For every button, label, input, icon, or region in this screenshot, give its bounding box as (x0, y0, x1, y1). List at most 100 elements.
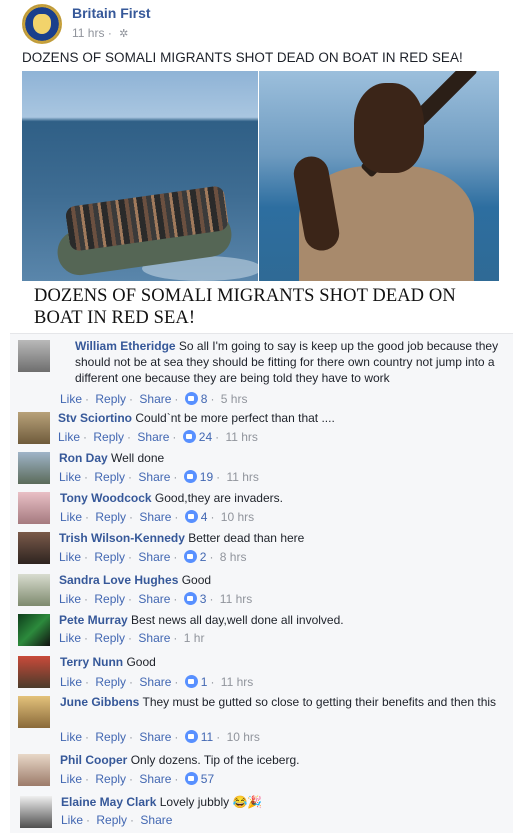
meta-separator: · (107, 26, 112, 40)
share-link[interactable]: Share (139, 675, 171, 689)
comment-body: Phil Cooper Only dozens. Tip of the iceb… (60, 752, 500, 768)
like-link[interactable]: Like (61, 813, 83, 827)
sep: · (174, 730, 179, 744)
share-link[interactable]: Share (137, 430, 169, 444)
comment-time[interactable]: 11 hrs (225, 430, 257, 444)
comment-author[interactable]: Terry Nunn (60, 655, 123, 669)
like-link[interactable]: Like (59, 470, 81, 484)
like-link[interactable]: Like (60, 730, 82, 744)
page-avatar[interactable] (22, 4, 62, 44)
like-badge-icon[interactable] (184, 675, 198, 688)
avatar[interactable] (18, 614, 50, 646)
reply-link[interactable]: Reply (94, 631, 125, 645)
share-link[interactable]: Share (138, 592, 170, 606)
like-badge-icon[interactable] (183, 470, 197, 483)
comment-author[interactable]: William Etheridge (75, 339, 176, 353)
like-link[interactable]: Like (60, 772, 82, 786)
share-link[interactable]: Share (140, 813, 172, 827)
comment-time[interactable]: 8 hrs (220, 550, 247, 564)
like-count[interactable]: 11 (201, 730, 213, 744)
like-badge-icon[interactable] (184, 392, 198, 405)
like-count[interactable]: 2 (200, 550, 207, 564)
comment-time[interactable]: 5 hrs (221, 392, 248, 406)
avatar[interactable] (18, 452, 50, 484)
avatar[interactable] (18, 492, 50, 524)
comment-author[interactable]: Tony Woodcock (60, 491, 152, 505)
comment-time[interactable]: 11 hrs (226, 470, 258, 484)
like-link[interactable]: Like (60, 392, 82, 406)
comment-time[interactable]: 11 hrs (220, 592, 252, 606)
sep: · (83, 430, 88, 444)
share-link[interactable]: Share (139, 510, 171, 524)
share-link[interactable]: Share (139, 772, 171, 786)
comment-author[interactable]: Trish Wilson-Kennedy (59, 531, 185, 545)
comment-author[interactable]: Phil Cooper (60, 753, 127, 767)
reply-link[interactable]: Reply (94, 550, 125, 564)
like-count[interactable]: 4 (201, 510, 208, 524)
avatar[interactable] (18, 340, 50, 372)
post-text: DOZENS OF SOMALI MIGRANTS SHOT DEAD ON B… (22, 50, 463, 65)
reply-link[interactable]: Reply (95, 772, 126, 786)
avatar[interactable] (18, 532, 50, 564)
like-link[interactable]: Like (59, 631, 81, 645)
like-count[interactable]: 24 (199, 430, 212, 444)
avatar[interactable] (18, 754, 50, 786)
share-link[interactable]: Share (138, 631, 170, 645)
reply-link[interactable]: Reply (95, 675, 126, 689)
comment-text: Good (126, 655, 156, 669)
like-badge-icon[interactable] (182, 430, 196, 443)
post-time[interactable]: 11 hrs (72, 26, 104, 40)
like-link[interactable]: Like (60, 510, 82, 524)
globe-icon[interactable]: ✲ (119, 27, 128, 40)
comment-author[interactable]: Sandra Love Hughes (59, 573, 178, 587)
like-badge-icon[interactable] (184, 730, 198, 743)
reply-link[interactable]: Reply (95, 510, 126, 524)
like-link[interactable]: Like (58, 430, 80, 444)
like-badge-icon[interactable] (184, 772, 198, 785)
comment-time[interactable]: 10 hrs (221, 510, 254, 524)
like-badge-icon[interactable] (183, 550, 197, 563)
sep: · (129, 675, 134, 689)
share-link[interactable]: Share (138, 550, 170, 564)
sep: · (215, 430, 220, 444)
reply-link[interactable]: Reply (96, 813, 127, 827)
comment-time[interactable]: 10 hrs (227, 730, 260, 744)
link-headline[interactable]: DOZENS OF SOMALI MIGRANTS SHOT DEAD ON B… (34, 285, 489, 329)
avatar[interactable] (18, 412, 50, 444)
share-link[interactable]: Share (138, 470, 170, 484)
reply-link[interactable]: Reply (95, 392, 126, 406)
like-count[interactable]: 57 (201, 772, 214, 786)
reply-link[interactable]: Reply (95, 730, 126, 744)
comment-author[interactable]: June Gibbens (60, 695, 139, 709)
like-count[interactable]: 19 (200, 470, 213, 484)
share-link[interactable]: Share (139, 392, 171, 406)
like-badge-icon[interactable] (184, 510, 198, 523)
like-link[interactable]: Like (59, 550, 81, 564)
like-link[interactable]: Like (60, 675, 82, 689)
like-count[interactable]: 8 (201, 392, 208, 406)
comment-time[interactable]: 11 hrs (221, 675, 253, 689)
like-badge-icon[interactable] (183, 592, 197, 605)
comment-author[interactable]: Pete Murray (59, 613, 128, 627)
comment-author[interactable]: Stv Sciortino (58, 411, 132, 425)
share-link[interactable]: Share (139, 730, 171, 744)
comment-author[interactable]: Ron Day (59, 451, 108, 465)
reply-link[interactable]: Reply (94, 470, 125, 484)
like-count[interactable]: 3 (200, 592, 207, 606)
post-photo-gunman[interactable] (259, 71, 499, 281)
post-photo-boat[interactable] (22, 71, 258, 281)
link-preview[interactable]: DOZENS OF SOMALI MIGRANTS SHOT DEAD ON B… (22, 281, 499, 331)
reply-link[interactable]: Reply (94, 592, 125, 606)
avatar[interactable] (18, 574, 50, 606)
comment-author[interactable]: Elaine May Clark (61, 795, 156, 809)
reply-link[interactable]: Reply (93, 430, 124, 444)
avatar[interactable] (18, 656, 50, 688)
like-count[interactable]: 1 (201, 675, 208, 689)
avatar[interactable] (20, 796, 52, 828)
avatar[interactable] (18, 696, 50, 728)
sep: · (84, 631, 89, 645)
comment-time[interactable]: 1 hr (184, 631, 205, 645)
page-name[interactable]: Britain First (72, 5, 151, 21)
like-link[interactable]: Like (59, 592, 81, 606)
comment-actions: Like · Reply · Share · 3 · 11 hrs (59, 592, 252, 606)
